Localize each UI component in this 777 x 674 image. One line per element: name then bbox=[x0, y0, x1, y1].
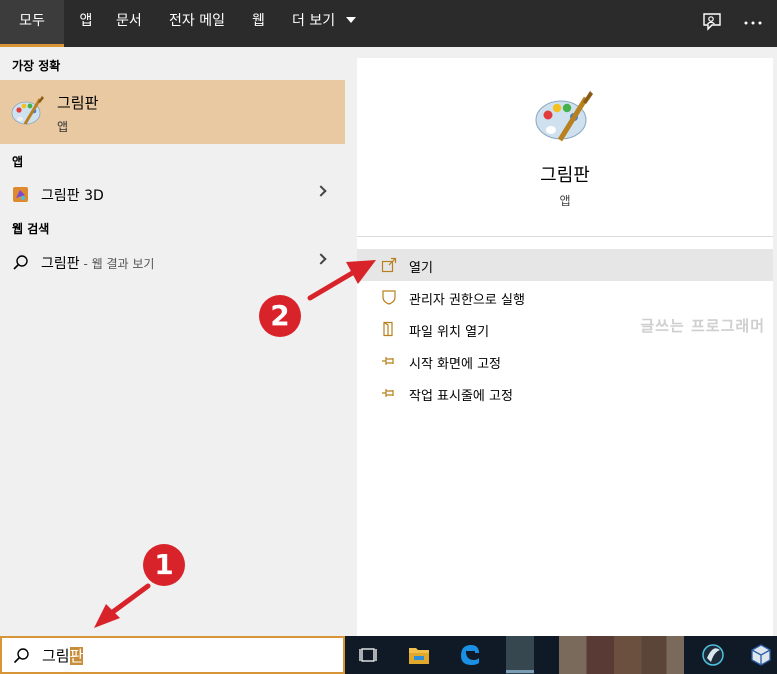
task-view-icon[interactable] bbox=[359, 636, 379, 674]
best-match-item[interactable]: 그림판 앱 bbox=[0, 80, 345, 144]
paint-app-icon bbox=[11, 96, 44, 125]
tab-email[interactable]: 전자 메일 bbox=[169, 0, 225, 47]
running-indicator bbox=[506, 670, 534, 673]
taskbar-app-group[interactable] bbox=[559, 636, 684, 674]
best-match-title: 그림판 bbox=[57, 94, 99, 112]
tab-all-label: 모두 bbox=[19, 13, 45, 29]
taskbar-app-1[interactable] bbox=[506, 636, 534, 674]
paint-3d-icon bbox=[13, 187, 28, 202]
open-file-location-label: 파일 위치 열기 bbox=[409, 325, 490, 340]
tab-more[interactable]: 더 보기 bbox=[292, 0, 356, 47]
search-icon bbox=[13, 255, 28, 270]
web-search-term: 그림판 bbox=[41, 256, 80, 272]
search-scope-bar: 모두 앱 문서 전자 메일 웹 더 보기 bbox=[0, 0, 777, 47]
edge-browser-icon[interactable] bbox=[458, 636, 482, 674]
pin-to-taskbar-action[interactable]: 작업 표시줄에 고정 bbox=[357, 377, 773, 409]
web-search-header: 웹 검색 bbox=[12, 222, 50, 236]
pin-to-start-label: 시작 화면에 고정 bbox=[409, 357, 501, 372]
best-match-header: 가장 정확 bbox=[12, 59, 61, 73]
details-panel: 그림판 앱 열기 관리자 권한으로 실행 파일 위치 열기 시작 화면에 고정 … bbox=[357, 58, 773, 636]
tab-apps[interactable]: 앱 bbox=[76, 0, 96, 47]
chevron-right-icon[interactable] bbox=[315, 185, 327, 197]
tab-documents[interactable]: 문서 bbox=[116, 0, 142, 47]
run-as-admin-label: 관리자 권한으로 실행 bbox=[409, 293, 525, 308]
pin-icon bbox=[382, 357, 394, 365]
step1-badge: 1 bbox=[143, 544, 185, 586]
app-swirl-icon[interactable] bbox=[700, 636, 726, 674]
tab-documents-label: 문서 bbox=[116, 13, 142, 29]
tab-web[interactable]: 웹 bbox=[252, 0, 265, 47]
run-as-admin-action[interactable]: 관리자 권한으로 실행 bbox=[357, 281, 773, 313]
app-name: 그림판 bbox=[540, 165, 590, 186]
apps-header: 앱 bbox=[12, 155, 24, 169]
tab-email-label: 전자 메일 bbox=[169, 13, 225, 29]
step2-arrow bbox=[307, 260, 376, 301]
search-typed-text: 그림 bbox=[42, 647, 70, 665]
paint-3d-label: 그림판 3D bbox=[41, 188, 104, 204]
web-search-suffix: - 웹 결과 보기 bbox=[79, 257, 155, 271]
pin-icon bbox=[382, 389, 394, 397]
list-item-paint-3d[interactable]: 그림판 3D bbox=[0, 178, 345, 210]
app-type: 앱 bbox=[559, 194, 571, 208]
pin-to-taskbar-label: 작업 표시줄에 고정 bbox=[409, 389, 513, 404]
open-label: 열기 bbox=[409, 261, 433, 276]
tab-apps-label: 앱 bbox=[79, 13, 93, 29]
tab-all[interactable]: 모두 bbox=[0, 0, 64, 47]
step2-badge: 2 bbox=[259, 295, 301, 337]
more-options-icon[interactable] bbox=[740, 10, 766, 36]
search-icon bbox=[13, 648, 29, 664]
pin-to-start-action[interactable]: 시작 화면에 고정 bbox=[357, 345, 773, 377]
tab-web-label: 웹 bbox=[252, 13, 265, 29]
best-match-subtitle: 앱 bbox=[57, 120, 69, 134]
tab-more-label: 더 보기 bbox=[292, 13, 336, 29]
paint-app-large-icon bbox=[535, 91, 593, 142]
file-location-icon bbox=[383, 321, 393, 337]
web-search-label: 그림판 - 웹 결과 보기 bbox=[41, 253, 154, 273]
chevron-down-icon bbox=[345, 17, 356, 23]
divider bbox=[357, 236, 773, 237]
list-item-web-search[interactable]: 그림판 - 웹 결과 보기 bbox=[0, 246, 345, 278]
file-explorer-icon[interactable] bbox=[407, 636, 431, 674]
taskbar bbox=[345, 636, 777, 674]
search-composing-text: 판 bbox=[69, 647, 84, 665]
search-input[interactable]: 그림판 bbox=[0, 636, 345, 674]
open-action[interactable]: 열기 bbox=[357, 249, 773, 281]
virtualbox-icon[interactable] bbox=[749, 636, 773, 674]
search-text: 그림판 bbox=[42, 645, 84, 666]
feedback-icon[interactable] bbox=[699, 10, 725, 36]
watermark: 글쓰는 프로그래머 bbox=[640, 317, 765, 335]
